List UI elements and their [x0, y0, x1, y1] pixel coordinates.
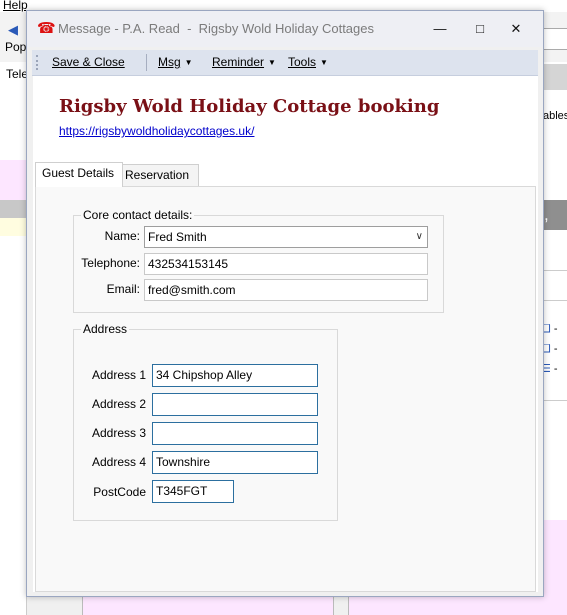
- address-4-label: Address 4: [91, 455, 146, 469]
- address-4-field[interactable]: Townshire: [152, 451, 318, 474]
- guest-details-panel: Core contact details: Name: Fred Smith ∨…: [35, 186, 536, 592]
- telephone-label: Telephone:: [81, 256, 140, 270]
- background-right-pink: [540, 520, 567, 615]
- contact-details-group: Core contact details: Name: Fred Smith ∨…: [73, 208, 444, 313]
- website-link[interactable]: https://rigsbywoldholidaycottages.uk/: [59, 124, 254, 138]
- background-yellow-row: [0, 218, 26, 236]
- background-right-header: [540, 64, 567, 90]
- address-3-label: Address 3: [91, 426, 146, 440]
- address-2-field[interactable]: [152, 393, 318, 416]
- toolbar-separator: [146, 54, 147, 71]
- background-bottom-pink: [348, 595, 541, 615]
- close-button[interactable]: ✕: [501, 17, 531, 41]
- postcode-field[interactable]: T345FGT: [152, 480, 234, 503]
- toolbar-grip[interactable]: [36, 55, 41, 70]
- maximize-button[interactable]: □: [465, 17, 495, 41]
- background-left-tab[interactable]: Tele: [6, 67, 28, 81]
- message-window: ☎ Message - P.A. Read - Rigsby Wold Holi…: [26, 10, 544, 597]
- background-gray-row: [0, 200, 26, 218]
- divider: [540, 400, 567, 401]
- dropdown-arrow-icon: ▼: [268, 58, 276, 67]
- form-heading: Rigsby Wold Holiday Cottage booking: [59, 96, 440, 117]
- background-bottom-pink: [82, 595, 334, 615]
- address-1-field[interactable]: 34 Chipshop Alley: [152, 364, 318, 387]
- address-legend: Address: [81, 322, 130, 336]
- name-label: Name:: [104, 229, 140, 243]
- contact-details-legend: Core contact details:: [81, 208, 195, 222]
- arrow-icon: ◀: [8, 22, 18, 37]
- window-title: Message - P.A. Read - Rigsby Wold Holida…: [58, 21, 374, 36]
- telephone-field[interactable]: 432534153145: [144, 253, 428, 275]
- phone-icon: ☎: [37, 20, 56, 37]
- background-right-banner: , wh: [540, 200, 567, 254]
- address-2-label: Address 2: [91, 397, 146, 411]
- toolbar: Save & Close Msg ▼ Reminder ▼ Tools ▼: [32, 50, 538, 76]
- postcode-label: PostCode: [93, 485, 146, 499]
- background-right-banner-text: , wh: [544, 205, 566, 254]
- name-combobox[interactable]: Fred Smith ∨: [144, 226, 428, 248]
- form-content: Rigsby Wold Holiday Cottage booking http…: [33, 76, 538, 592]
- menu-help[interactable]: Help: [3, 0, 28, 12]
- email-field[interactable]: fred@smith.com: [144, 279, 428, 301]
- reminder-menu-button[interactable]: Reminder ▼: [212, 55, 276, 69]
- background-pink-row: [0, 160, 26, 200]
- ribbon-pop-label[interactable]: Pop: [5, 40, 26, 54]
- tab-reservation[interactable]: Reservation: [118, 164, 199, 186]
- tools-menu-button[interactable]: Tools ▼: [288, 55, 328, 69]
- background-dropdown[interactable]: [543, 28, 567, 50]
- chevron-down-icon[interactable]: ∨: [416, 227, 423, 247]
- dropdown-arrow-icon: ▼: [320, 58, 328, 67]
- email-label: Email:: [106, 282, 140, 296]
- msg-menu-button[interactable]: Msg ▼: [158, 55, 193, 69]
- title-bar[interactable]: ☎ Message - P.A. Read - Rigsby Wold Holi…: [27, 11, 543, 47]
- address-group: Address Address 1 34 Chipshop Alley Addr…: [73, 322, 338, 521]
- address-1-label: Address 1: [91, 368, 146, 382]
- divider: [540, 300, 567, 301]
- divider: [540, 270, 567, 271]
- background-left-pane: [0, 62, 27, 615]
- tab-guest-details[interactable]: Guest Details: [35, 162, 123, 187]
- address-3-field[interactable]: [152, 422, 318, 445]
- minimize-button[interactable]: —: [425, 17, 455, 41]
- name-value: Fred Smith: [148, 230, 207, 244]
- save-close-button[interactable]: Save & Close: [52, 55, 125, 69]
- background-right-text: ables: [543, 110, 567, 122]
- dropdown-arrow-icon: ▼: [184, 58, 193, 67]
